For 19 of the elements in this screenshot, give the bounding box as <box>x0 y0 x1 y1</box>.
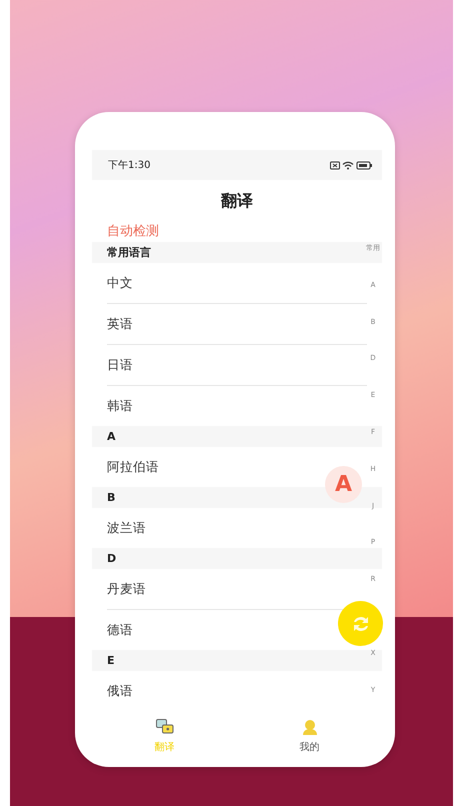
language-item[interactable]: 英语 <box>107 316 133 331</box>
swap-button[interactable] <box>338 601 383 646</box>
language-item[interactable]: 中文 <box>107 275 133 290</box>
language-item[interactable]: 德语 <box>107 622 133 637</box>
status-time: 下午1:30 <box>108 158 150 172</box>
section-header: D <box>92 548 382 569</box>
language-item[interactable]: 日语 <box>107 357 133 372</box>
page-title: 翻译 <box>221 190 253 212</box>
auto-detect-option[interactable]: 自动检测 <box>107 224 159 239</box>
tab-button[interactable]: 我的 <box>237 718 382 764</box>
language-item[interactable]: 俄语 <box>107 683 133 698</box>
status-icons <box>330 160 372 170</box>
letter-indicator: A <box>325 466 362 503</box>
language-item[interactable]: 波兰语 <box>107 520 146 535</box>
language-item[interactable]: 阿拉伯语 <box>107 459 159 474</box>
language-item[interactable]: 韩语 <box>107 398 133 413</box>
translate-icon <box>156 719 174 735</box>
person-icon <box>302 719 318 735</box>
language-item[interactable]: 丹麦语 <box>107 581 146 596</box>
